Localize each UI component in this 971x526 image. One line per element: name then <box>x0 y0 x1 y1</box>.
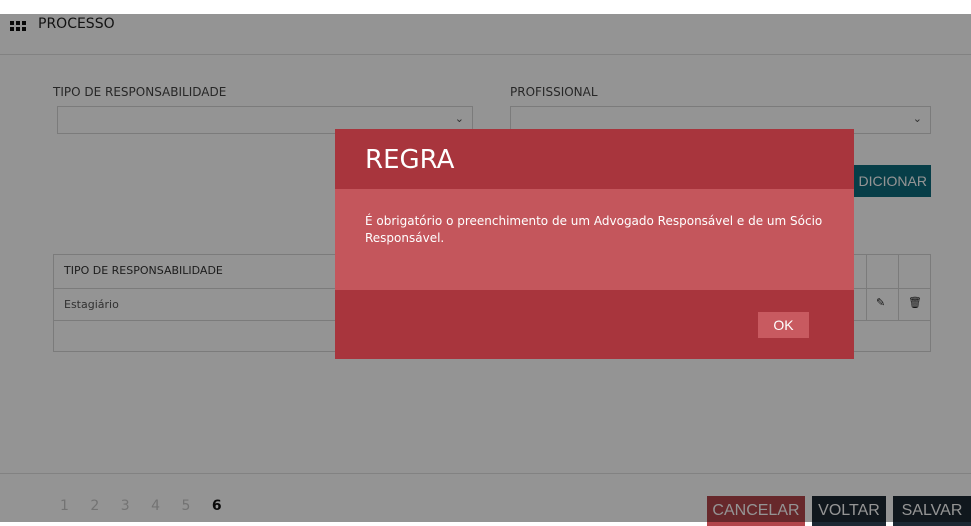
dialog-header: REGRA <box>335 129 854 189</box>
dialog-message: É obrigatório o preenchimento de um Advo… <box>365 214 823 245</box>
dialog-title: REGRA <box>365 145 455 175</box>
dialog-body: É obrigatório o preenchimento de um Advo… <box>335 189 854 290</box>
rule-dialog: REGRA É obrigatório o preenchimento de u… <box>335 129 854 359</box>
ok-button[interactable]: OK <box>758 312 809 338</box>
top-strip <box>0 0 971 14</box>
